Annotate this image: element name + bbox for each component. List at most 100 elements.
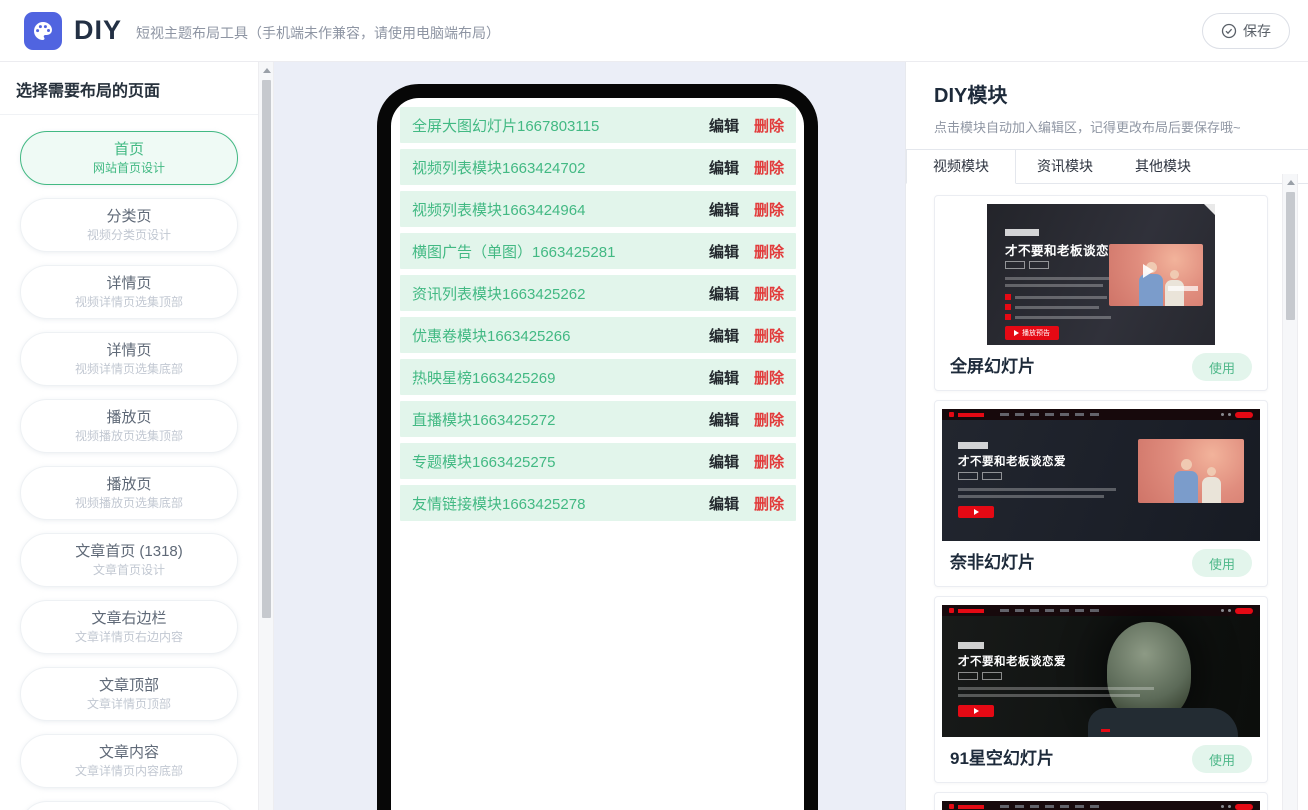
delete-button[interactable]: 删除: [754, 367, 784, 388]
preview-nav-actions: [1221, 411, 1253, 418]
module-preview-thumbnail[interactable]: 才不要和老板谈恋爱 播放预告: [987, 204, 1215, 345]
module-name-link[interactable]: 热映星榜1663425269: [412, 367, 555, 388]
panel-scrollbar[interactable]: [1282, 174, 1298, 810]
sidebar-page-item[interactable]: 文章右边栏 文章详情页右边内容: [20, 600, 238, 654]
panel-title: DIY模块: [934, 85, 1008, 107]
edit-button[interactable]: 编辑: [709, 157, 739, 178]
card-footer: 全屏幻灯片 使用: [935, 345, 1267, 390]
edit-button[interactable]: 编辑: [709, 325, 739, 346]
preview-movie-title: 才不要和老板谈恋爱: [958, 456, 1066, 468]
page-item-subtitle: 文章详情页右边内容: [74, 630, 183, 644]
preview-tags: [958, 472, 1002, 480]
module-row: 全屏大图幻灯片1667803115 编辑 删除: [400, 107, 796, 143]
sidebar-page-item[interactable]: DIY1: [20, 801, 238, 810]
sidebar-page-item[interactable]: 分类页 视频分类页设计: [20, 198, 238, 252]
preview-text-lines: [958, 687, 1154, 701]
delete-button[interactable]: 删除: [754, 283, 784, 304]
module-tabs: 视频模块 资讯模块 其他模块: [906, 149, 1308, 184]
preview-play-button: 播放预告: [1005, 326, 1059, 340]
module-name-link[interactable]: 视频列表模块1663424964: [412, 199, 585, 220]
sidebar-page-item[interactable]: 文章首页 (1318) 文章首页设计: [20, 533, 238, 587]
module-preview-thumbnail[interactable]: 才不要和老板谈恋爱: [942, 605, 1260, 737]
module-row-actions: 编辑 删除: [709, 367, 784, 388]
scroll-up-arrow-icon[interactable]: [263, 68, 271, 73]
module-card-name: 奈非幻灯片: [950, 553, 1035, 572]
edit-button[interactable]: 编辑: [709, 451, 739, 472]
app-header: DIY 短视主题布局工具（手机端未作兼容，请使用电脑端布局） 保存: [0, 0, 1308, 62]
sidebar-page-item[interactable]: 播放页 视频播放页选集底部: [20, 466, 238, 520]
module-row: 专题模块1663425275 编辑 删除: [400, 443, 796, 479]
module-tab[interactable]: 其他模块: [1114, 150, 1212, 184]
panel-subtitle: 点击模块自动加入编辑区，记得更改布局后要保存哦~: [934, 120, 1241, 135]
use-button[interactable]: 使用: [1191, 353, 1252, 381]
delete-button[interactable]: 删除: [754, 409, 784, 430]
play-overlay-icon: [1142, 263, 1154, 278]
delete-button[interactable]: 删除: [754, 199, 784, 220]
module-name-link[interactable]: 友情链接模块1663425278: [412, 493, 585, 514]
page-item-title: 文章首页 (1318): [75, 543, 183, 560]
sidebar-page-item[interactable]: 文章内容 文章详情页内容底部: [20, 734, 238, 788]
module-name-link[interactable]: 全屏大图幻灯片1667803115: [412, 115, 599, 136]
edit-button[interactable]: 编辑: [709, 283, 739, 304]
page-item-title: 详情页: [106, 275, 152, 292]
edit-button[interactable]: 编辑: [709, 115, 739, 136]
sidebar-page-item[interactable]: 详情页 视频详情页选集顶部: [20, 265, 238, 319]
delete-button[interactable]: 删除: [754, 493, 784, 514]
photo-caption: [1168, 286, 1198, 291]
edit-button[interactable]: 编辑: [709, 409, 739, 430]
delete-button[interactable]: 删除: [754, 115, 784, 136]
module-preview-thumbnail[interactable]: 才不要和老板谈恋爱: [942, 409, 1260, 541]
edit-button[interactable]: 编辑: [709, 241, 739, 262]
module-preview-thumbnail[interactable]: [942, 801, 1260, 810]
preview-movie-title: 才不要和老板谈恋爱: [1005, 244, 1123, 258]
edit-button[interactable]: 编辑: [709, 493, 739, 514]
module-name-link[interactable]: 专题模块1663425275: [412, 451, 555, 472]
check-circle-icon: [1221, 23, 1237, 38]
module-card-91-starry-slideshow: 才不要和老板谈恋爱 91星空幻灯片 使用: [934, 596, 1268, 783]
module-cards: 才不要和老板谈恋爱 播放预告 全屏幻灯片 使用 才不要和老板谈恋爱 奈非幻灯片 …: [934, 195, 1268, 810]
delete-button[interactable]: 删除: [754, 451, 784, 472]
module-name-link[interactable]: 直播模块1663425272: [412, 409, 555, 430]
sidebar-page-item[interactable]: 首页 网站首页设计: [20, 131, 238, 185]
preview-movie-title: 才不要和老板谈恋爱: [958, 656, 1066, 668]
use-button[interactable]: 使用: [1191, 549, 1252, 577]
delete-button[interactable]: 删除: [754, 157, 784, 178]
scrollbar-thumb[interactable]: [1286, 192, 1295, 320]
module-tab[interactable]: 资讯模块: [1016, 150, 1114, 184]
module-name-link[interactable]: 横图广告（单图）1663425281: [412, 241, 615, 262]
module-name-link[interactable]: 优惠卷模块1663425266: [412, 325, 570, 346]
sidebar-page-item[interactable]: 详情页 视频详情页选集底部: [20, 332, 238, 386]
edit-button[interactable]: 编辑: [709, 199, 739, 220]
delete-button[interactable]: 删除: [754, 241, 784, 262]
use-button[interactable]: 使用: [1191, 745, 1252, 773]
sidebar-scrollbar[interactable]: [258, 62, 274, 810]
layout-canvas: 全屏大图幻灯片1667803115 编辑 删除 视频列表模块1663424702…: [274, 62, 905, 810]
delete-button[interactable]: 删除: [754, 325, 784, 346]
save-button[interactable]: 保存: [1202, 12, 1290, 49]
page-item-title: 首页: [113, 141, 144, 158]
scroll-up-arrow-icon[interactable]: [1287, 180, 1295, 185]
page-item-title: 文章右边栏: [91, 610, 167, 627]
play-icon: [1014, 330, 1019, 336]
sidebar-page-item[interactable]: 播放页 视频播放页选集顶部: [20, 399, 238, 453]
page-item-subtitle: 视频播放页选集顶部: [74, 429, 183, 443]
sidebar-page-item[interactable]: 文章顶部 文章详情页顶部: [20, 667, 238, 721]
app-subtitle: 短视主题布局工具（手机端未作兼容，请使用电脑端布局）: [136, 25, 501, 41]
scrollbar-thumb[interactable]: [262, 80, 271, 618]
edit-button[interactable]: 编辑: [709, 367, 739, 388]
card-footer: 奈非幻灯片 使用: [935, 541, 1267, 586]
module-row-actions: 编辑 删除: [709, 241, 784, 262]
page-item-title: 分类页: [106, 208, 152, 225]
module-tab[interactable]: 视频模块: [906, 150, 1016, 184]
preview-tags: [1005, 261, 1049, 269]
page-item-subtitle: 文章详情页内容底部: [74, 764, 183, 778]
module-card-name: 91星空幻灯片: [950, 749, 1054, 768]
page-sidebar: 选择需要布局的页面 首页 网站首页设计 分类页 视频分类页设计 详情页 视频详情…: [0, 62, 258, 810]
page-item-subtitle: 视频分类页设计: [86, 228, 171, 242]
page-item-subtitle: 网站首页设计: [92, 161, 165, 175]
page-item-title: 文章内容: [98, 744, 159, 761]
module-name-link[interactable]: 视频列表模块1663424702: [412, 157, 585, 178]
palette-logo-icon: [24, 11, 62, 50]
module-row-actions: 编辑 删除: [709, 115, 784, 136]
module-name-link[interactable]: 资讯列表模块1663425262: [412, 283, 585, 304]
